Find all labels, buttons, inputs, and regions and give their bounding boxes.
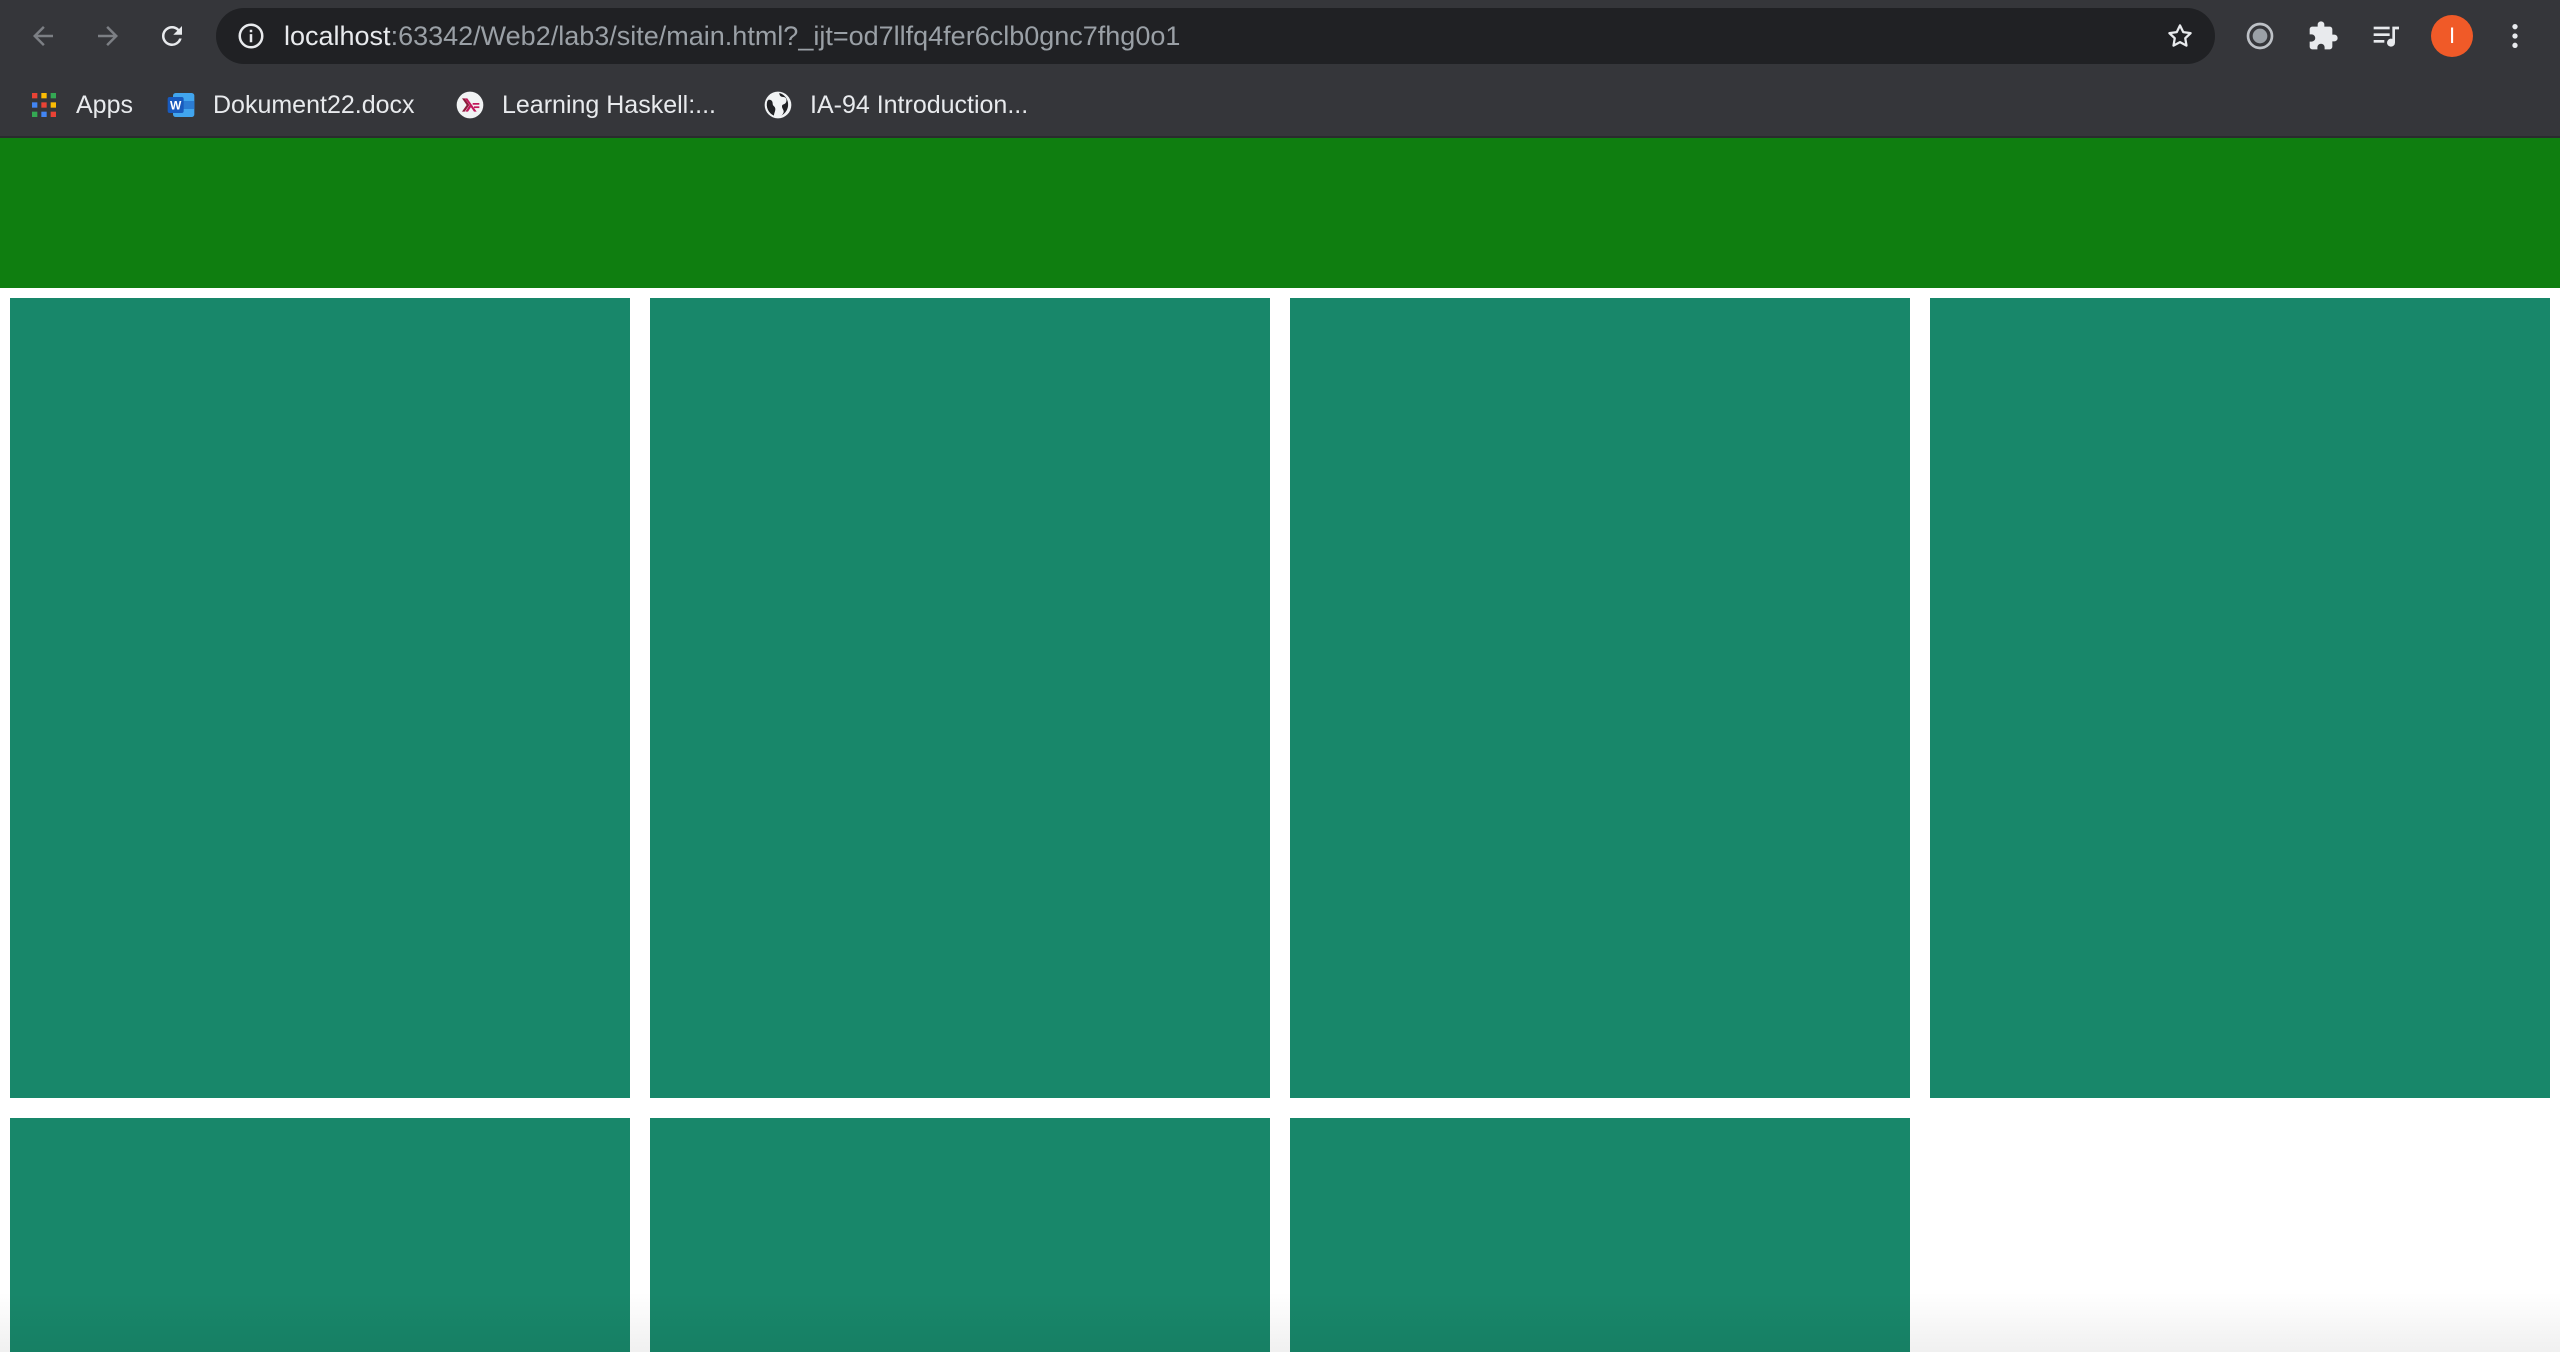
browser-toolbar: localhost:63342/Web2/lab3/site/main.html…: [0, 0, 2560, 72]
reload-button[interactable]: [152, 16, 192, 56]
apps-grid-icon: [32, 93, 56, 117]
extension-button[interactable]: [2240, 16, 2280, 56]
haskell-icon: [456, 91, 484, 119]
bookmark-label: IA-94 Introduction...: [810, 90, 1029, 119]
arrow-left-icon: [33, 26, 53, 46]
puzzle-icon: [2309, 21, 2338, 50]
bookmark-dokument22[interactable]: W Dokument22.docx: [165, 83, 415, 127]
globe-icon: [764, 91, 792, 119]
content-card: [1930, 298, 2550, 1098]
bookmark-label: Learning Haskell:...: [502, 90, 717, 119]
extensions-button[interactable]: [2303, 16, 2343, 56]
content-card: [1290, 298, 1910, 1098]
url-text[interactable]: localhost:63342/Web2/lab3/site/main.html…: [284, 8, 1180, 64]
kebab-menu-icon: [2512, 24, 2518, 48]
svg-text:W: W: [170, 99, 182, 113]
url-path: :63342/Web2/lab3/site/main.html?_ijt=od7…: [390, 21, 1181, 51]
bookmarks-bar: Apps W Dokument22.docx Learning Haskell:…: [0, 72, 2560, 138]
playlist-icon: [2373, 26, 2399, 47]
extension-circle-icon: [2246, 22, 2274, 50]
address-bar[interactable]: localhost:63342/Web2/lab3/site/main.html…: [216, 8, 2215, 64]
content-card: [650, 298, 1270, 1098]
back-button[interactable]: [23, 16, 63, 56]
page-viewport: [0, 138, 2560, 1352]
word-icon: W: [167, 93, 195, 117]
bookmark-apps[interactable]: Apps: [28, 83, 133, 127]
profile-avatar[interactable]: I: [2431, 15, 2473, 57]
bookmark-label: Apps: [76, 90, 133, 119]
content-card: [10, 1118, 630, 1352]
media-controls-button[interactable]: [2367, 16, 2407, 56]
bookmark-ia-94[interactable]: IA-94 Introduction...: [762, 83, 1028, 127]
bookmark-label: Dokument22.docx: [213, 90, 415, 119]
info-icon[interactable]: [236, 21, 266, 51]
url-host: localhost: [284, 21, 391, 51]
browser-menu-button[interactable]: [2495, 16, 2535, 56]
forward-button[interactable]: [88, 16, 128, 56]
star-icon[interactable]: [2165, 21, 2195, 51]
content-card: [1290, 1118, 1910, 1352]
site-header: [0, 138, 2560, 288]
bookmark-learning-haskell[interactable]: Learning Haskell:...: [454, 83, 716, 127]
content-card: [10, 298, 630, 1098]
arrow-right-icon: [98, 26, 118, 46]
content-card: [650, 1118, 1270, 1352]
reload-icon: [161, 25, 182, 46]
